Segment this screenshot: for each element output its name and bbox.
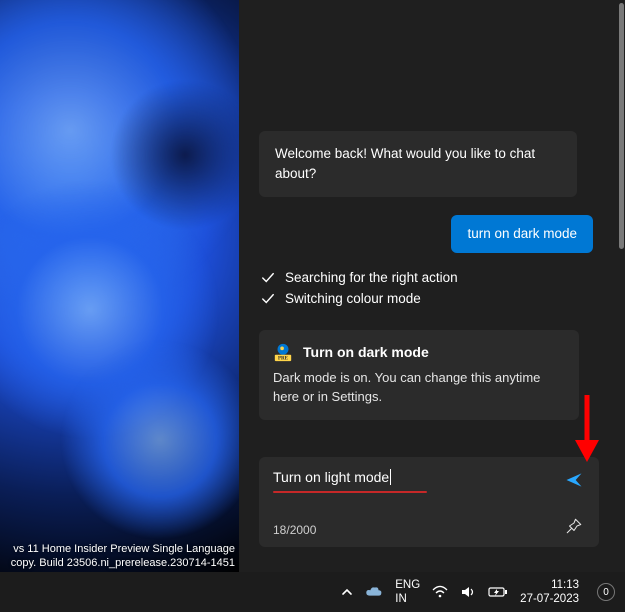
checkmark-icon bbox=[261, 292, 275, 306]
preview-badge-icon: PRE bbox=[273, 342, 293, 362]
watermark-line: vs 11 Home Insider Preview Single Langua… bbox=[0, 542, 235, 556]
chevron-up-icon bbox=[341, 586, 353, 598]
assistant-message: Welcome back! What would you like to cha… bbox=[259, 131, 577, 197]
status-item: Switching colour mode bbox=[259, 291, 458, 306]
taskbar: ENG IN 11:13 bbox=[0, 572, 625, 612]
notification-count-pill: 0 bbox=[597, 583, 615, 601]
copilot-panel: Welcome back! What would you like to cha… bbox=[239, 0, 625, 572]
pin-button[interactable] bbox=[559, 511, 589, 541]
chat-input[interactable]: Turn on light mode bbox=[273, 469, 391, 485]
pin-icon bbox=[565, 517, 583, 535]
chat-input-value: Turn on light mode bbox=[273, 469, 389, 485]
lang-secondary: IN bbox=[395, 592, 420, 606]
cloud-icon bbox=[365, 585, 383, 599]
send-button[interactable] bbox=[559, 465, 589, 495]
text-caret bbox=[390, 469, 391, 485]
char-counter: 18/2000 bbox=[273, 523, 316, 537]
screenshot-root: vs 11 Home Insider Preview Single Langua… bbox=[0, 0, 625, 612]
wifi-tray-icon[interactable] bbox=[426, 572, 454, 612]
wifi-icon bbox=[432, 585, 448, 599]
annotation-underline bbox=[273, 491, 427, 493]
language-indicator[interactable]: ENG IN bbox=[389, 572, 426, 612]
user-message: turn on dark mode bbox=[451, 215, 593, 253]
scrollbar-thumb[interactable] bbox=[619, 3, 624, 249]
status-label: Switching colour mode bbox=[285, 291, 421, 306]
scrollbar-track[interactable] bbox=[617, 0, 625, 572]
clock-time: 11:13 bbox=[520, 578, 579, 592]
onedrive-tray-icon[interactable] bbox=[359, 572, 389, 612]
action-card-description: Dark mode is on. You can change this any… bbox=[273, 368, 565, 406]
speaker-icon bbox=[460, 585, 476, 599]
desktop-wallpaper[interactable]: vs 11 Home Insider Preview Single Langua… bbox=[0, 0, 239, 572]
status-label: Searching for the right action bbox=[285, 270, 458, 285]
user-message-text: turn on dark mode bbox=[467, 226, 577, 241]
notifications-button[interactable]: 0 bbox=[585, 572, 617, 612]
chat-input-container: Turn on light mode 18/2000 bbox=[259, 457, 599, 547]
watermark-line: copy. Build 23506.ni_prerelease.230714-1… bbox=[0, 556, 235, 570]
battery-tray-icon[interactable] bbox=[482, 572, 514, 612]
action-status-list: Searching for the right action Switching… bbox=[259, 270, 458, 312]
windows-build-watermark: vs 11 Home Insider Preview Single Langua… bbox=[0, 540, 239, 572]
send-icon bbox=[564, 470, 584, 490]
svg-text:PRE: PRE bbox=[278, 357, 289, 362]
battery-icon bbox=[488, 586, 508, 598]
char-count: 18 bbox=[273, 523, 286, 537]
lang-primary: ENG bbox=[395, 578, 420, 592]
status-item: Searching for the right action bbox=[259, 270, 458, 285]
clock-date: 27-07-2023 bbox=[520, 592, 579, 606]
volume-tray-icon[interactable] bbox=[454, 572, 482, 612]
assistant-message-text: Welcome back! What would you like to cha… bbox=[275, 146, 535, 181]
tray-overflow-button[interactable] bbox=[335, 572, 359, 612]
action-card-title: Turn on dark mode bbox=[303, 344, 429, 360]
chat-area: Welcome back! What would you like to cha… bbox=[239, 0, 615, 572]
clock-tray[interactable]: 11:13 27-07-2023 bbox=[514, 572, 585, 612]
char-max: 2000 bbox=[290, 523, 317, 537]
action-result-card[interactable]: PRE Turn on dark mode Dark mode is on. Y… bbox=[259, 330, 579, 420]
notification-count: 0 bbox=[603, 587, 609, 598]
checkmark-icon bbox=[261, 271, 275, 285]
